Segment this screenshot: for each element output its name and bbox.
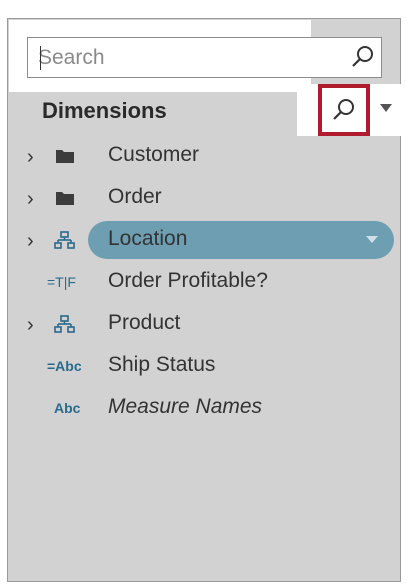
chevron-right-icon[interactable]: › [27, 230, 34, 253]
field-menu-caret-icon[interactable] [366, 236, 378, 243]
list-item[interactable]: =T|F Order Profitable? [8, 262, 400, 302]
find-field-button[interactable] [318, 84, 370, 136]
string-icon: Abc [54, 400, 81, 416]
list-item[interactable]: › Product [8, 304, 400, 344]
hierarchy-icon [54, 315, 75, 333]
list-item[interactable]: › Customer [8, 136, 400, 176]
list-item-selected[interactable]: › Location [8, 220, 400, 260]
folder-icon [56, 150, 74, 163]
field-label: Measure Names [108, 395, 263, 418]
chevron-right-icon[interactable]: › [27, 188, 34, 211]
field-label: Customer [108, 143, 200, 166]
data-pane: Dimensions › Customer › Order › [0, 0, 406, 587]
field-label: Order Profitable? [108, 269, 268, 292]
search-input[interactable] [38, 42, 328, 73]
boolean-field-icon: =T|F [47, 274, 76, 290]
list-item[interactable]: › Order [8, 178, 400, 218]
field-label: Location [108, 227, 188, 250]
search-icon [333, 99, 354, 120]
text-caret [40, 46, 41, 70]
list-item[interactable]: Abc Measure Names [8, 388, 400, 428]
field-label: Order [108, 185, 162, 208]
chevron-right-icon[interactable]: › [27, 146, 34, 169]
dimensions-title: Dimensions [42, 98, 167, 123]
search-icon[interactable] [350, 44, 376, 70]
hierarchy-icon [54, 231, 75, 249]
field-label: Ship Status [108, 353, 216, 376]
list-item[interactable]: =Abc Ship Status [8, 346, 400, 386]
search-box[interactable] [27, 37, 382, 78]
field-label: Product [108, 311, 181, 334]
dimensions-menu-caret-icon[interactable] [380, 104, 392, 112]
folder-icon [56, 192, 74, 205]
chevron-right-icon[interactable]: › [27, 314, 34, 337]
calculated-string-icon: =Abc [47, 358, 82, 374]
